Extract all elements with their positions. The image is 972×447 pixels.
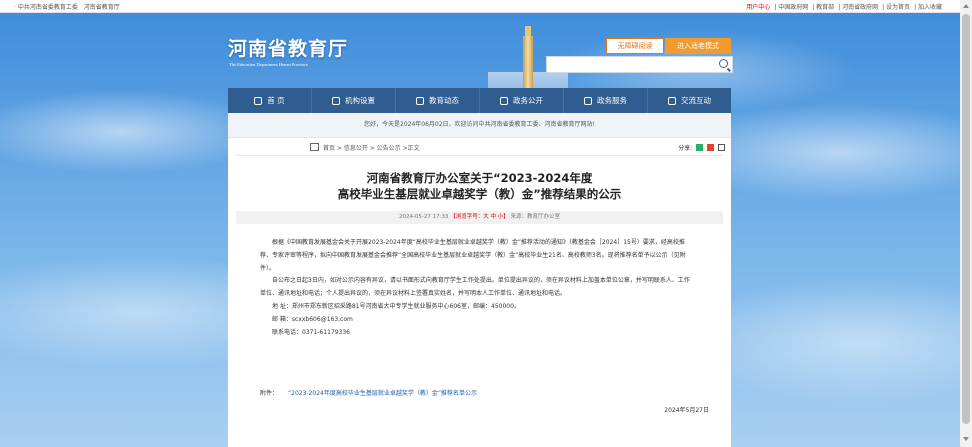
paragraph-basis: 根据《中国教育发展基金会关于开展2023-2024年度“高校毕业生基层就业卓越奖… — [260, 239, 686, 272]
nav-interaction[interactable]: 交流互动 — [648, 88, 731, 113]
building-icon — [332, 96, 340, 105]
share-label: 分享: — [678, 145, 693, 152]
paragraph-objection: 自公布之日起3日内，如对公示内容有异议，请以书面形式向教育厅学生工作处提出。单位… — [260, 277, 690, 298]
site-logo-title[interactable]: 河南省教育厅 — [228, 34, 348, 61]
news-icon — [416, 96, 424, 105]
vertical-scrollbar[interactable] — [960, 0, 972, 447]
search-input[interactable] — [546, 56, 733, 73]
nav-gov-info-label: 政务公开 — [513, 96, 543, 105]
henan-gov-link[interactable]: | 河南省政府网 — [838, 4, 878, 11]
top-bar-right: 用户中心 | 中国政府网 | 教育部 | 河南省政府网 | 设为首页 | 加入收藏 — [746, 2, 946, 11]
nav-organization-label: 机构设置 — [345, 96, 375, 105]
scroll-up-icon[interactable] — [963, 4, 969, 8]
add-favorite-link[interactable]: | 加入收藏 — [914, 4, 942, 11]
share-bar: 分享: — [678, 143, 725, 152]
chat-icon — [668, 96, 676, 105]
scroll-thumb[interactable] — [962, 14, 970, 424]
weibo-share-icon[interactable] — [707, 144, 715, 151]
paragraph-address: 地 址：郑州市郑东新区招采路81号河南省大中专学生就业服务中心606室，邮编：4… — [272, 302, 520, 310]
breadcrumb: 首页 > 信息公开 > 公告公示 >正文 — [310, 143, 420, 152]
nav-home[interactable]: 首 页 — [228, 88, 312, 113]
print-icon[interactable] — [718, 144, 725, 151]
nav-organization[interactable]: 机构设置 — [312, 88, 396, 113]
gov-link[interactable]: | 中国政府网 — [774, 4, 808, 11]
site-header: 河南省教育厅 The Education Department Henan Pr… — [228, 12, 733, 88]
nav-gov-info[interactable]: 政务公开 — [480, 88, 564, 113]
font-size-selector[interactable]: 【浏览字号：大 中 小】 — [450, 214, 509, 220]
article-sign-date: 2024年5月27日 — [664, 407, 709, 414]
moe-link[interactable]: | 教育部 — [812, 4, 834, 11]
top-bar-left: · 中共河南省委教育工委 河南省教育厅 — [14, 2, 124, 11]
breadcrumb-home-icon[interactable] — [310, 143, 319, 151]
nav-service[interactable]: 政务服务 — [564, 88, 648, 113]
article-source: 来源：教育厅办公室 — [510, 214, 561, 220]
barrier-free-button[interactable]: 无障碍阅读 — [606, 38, 664, 54]
attachment-label: 附件： — [260, 390, 279, 397]
topbar-link-committee[interactable]: · 中共河南省委教育工委 — [14, 4, 78, 11]
document-icon — [500, 96, 508, 105]
article-title: 河南省教育厅办公室关于“2023-2024年度 高校毕业生基层就业卓越奖学（教）… — [228, 170, 731, 202]
paragraph-phone: 联系电话：0371-61179336 — [272, 328, 350, 336]
article-body: 根据《中国教育发展基金会关于开展2023-2024年度“高校毕业生基层就业卓越奖… — [260, 237, 690, 339]
service-icon — [584, 96, 592, 105]
nav-news[interactable]: 教育动态 — [396, 88, 480, 113]
greeting-bar: 您好，今天是2024年06月02日，欢迎访问中共河南省委教育工委、河南省教育厅网… — [228, 113, 731, 138]
nav-home-label: 首 页 — [267, 96, 285, 105]
paragraph-email: 邮 箱：scxxb606@163.com — [272, 315, 353, 323]
search-icon[interactable] — [719, 59, 728, 68]
article-meta: 2024-05-27 17:33 【浏览字号：大 中 小】 来源：教育厅办公室 — [236, 211, 723, 224]
article-date-meta: 2024-05-27 17:33 — [398, 214, 449, 220]
user-center-link[interactable]: 用户中心 — [746, 4, 770, 11]
attachment: 附件： “2023-2024年度高校毕业生基层就业卓越奖学（教）金”推荐名单公示 — [260, 388, 477, 397]
breadcrumb-text[interactable]: 首页 > 信息公开 > 公告公示 >正文 — [323, 145, 420, 152]
content-panel: 您好，今天是2024年06月02日，欢迎访问中共河南省委教育工委、河南省教育厅网… — [228, 113, 731, 447]
attachment-link[interactable]: “2023-2024年度高校毕业生基层就业卓越奖学（教）金”推荐名单公示 — [288, 390, 477, 397]
set-homepage-link[interactable]: | 设为首页 — [882, 4, 910, 11]
tower-image — [518, 26, 538, 88]
article-title-line1: 河南省教育厅办公室关于“2023-2024年度 — [366, 171, 593, 185]
main-nav: 首 页 机构设置 教育动态 政务公开 政务服务 交流互动 — [228, 88, 731, 113]
nav-interaction-label: 交流互动 — [681, 96, 711, 105]
home-icon — [254, 96, 263, 105]
site-logo-subtitle: The Education Department Henan Province — [229, 62, 308, 67]
wechat-share-icon[interactable] — [696, 144, 704, 151]
topbar-link-department[interactable]: 河南省教育厅 — [84, 4, 120, 11]
divider — [236, 155, 723, 156]
article-title-line2: 高校毕业生基层就业卓越奖学（教）金”推荐结果的公示 — [337, 187, 622, 201]
nav-service-label: 政务服务 — [597, 96, 627, 105]
nav-news-label: 教育动态 — [429, 96, 459, 105]
elder-mode-button[interactable]: 进入适老模式 — [665, 38, 731, 54]
scroll-down-icon[interactable] — [963, 437, 969, 441]
